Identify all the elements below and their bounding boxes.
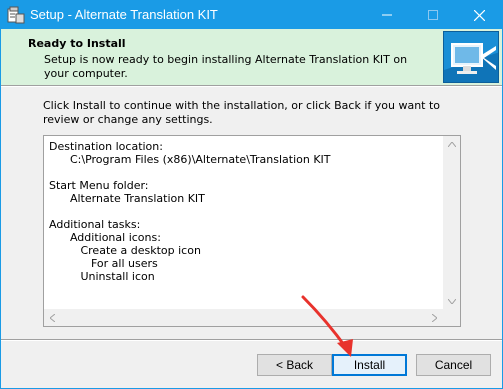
maximize-button[interactable] xyxy=(410,1,456,29)
setup-app-icon xyxy=(7,6,25,24)
summary-text: Destination location: C:\Program Files (… xyxy=(49,140,444,283)
instructions-text: Click Install to continue with the insta… xyxy=(43,99,441,126)
scroll-right-arrow-icon[interactable] xyxy=(426,309,443,326)
scroll-left-arrow-icon[interactable] xyxy=(44,309,61,326)
window-title: Setup - Alternate Translation KIT xyxy=(30,7,218,22)
header-divider xyxy=(1,85,502,87)
close-icon xyxy=(473,9,485,21)
maximize-icon xyxy=(428,10,438,20)
minimize-button[interactable] xyxy=(364,1,410,29)
summary-line: Create a desktop icon xyxy=(49,244,201,257)
summary-line: Uninstall icon xyxy=(49,270,155,283)
annotation-arrow-icon xyxy=(301,295,353,357)
summary-line xyxy=(49,205,444,218)
minimize-icon xyxy=(382,14,392,16)
close-button[interactable] xyxy=(456,1,502,29)
summary-line: For all users xyxy=(49,257,158,270)
install-summary-memo[interactable]: Destination location: C:\Program Files (… xyxy=(43,135,461,327)
footer-divider xyxy=(1,339,502,341)
setup-window: Setup - Alternate Translation KIT Ready … xyxy=(0,0,503,389)
summary-line: Destination location: xyxy=(49,140,163,153)
scroll-corner xyxy=(443,309,460,326)
summary-line: Alternate Translation KIT xyxy=(49,192,205,205)
scroll-down-arrow-icon[interactable] xyxy=(443,293,460,310)
summary-line xyxy=(49,166,444,179)
wizard-header: Ready to Install Setup is now ready to b… xyxy=(1,29,502,85)
scroll-up-arrow-icon[interactable] xyxy=(443,136,460,153)
vertical-scrollbar[interactable] xyxy=(443,136,460,310)
summary-line: Additional icons: xyxy=(49,231,161,244)
horizontal-scrollbar[interactable] xyxy=(44,309,443,326)
title-bar[interactable]: Setup - Alternate Translation KIT xyxy=(1,1,502,29)
wizard-computer-icon xyxy=(443,31,499,83)
summary-line: Additional tasks: xyxy=(49,218,141,231)
cancel-button[interactable]: Cancel xyxy=(416,354,491,376)
page-description: Setup is now ready to begin installing A… xyxy=(44,53,408,80)
page-title: Ready to Install xyxy=(28,37,126,50)
summary-line: C:\Program Files (x86)\Alternate\Transla… xyxy=(49,153,331,166)
summary-line: Start Menu folder: xyxy=(49,179,149,192)
